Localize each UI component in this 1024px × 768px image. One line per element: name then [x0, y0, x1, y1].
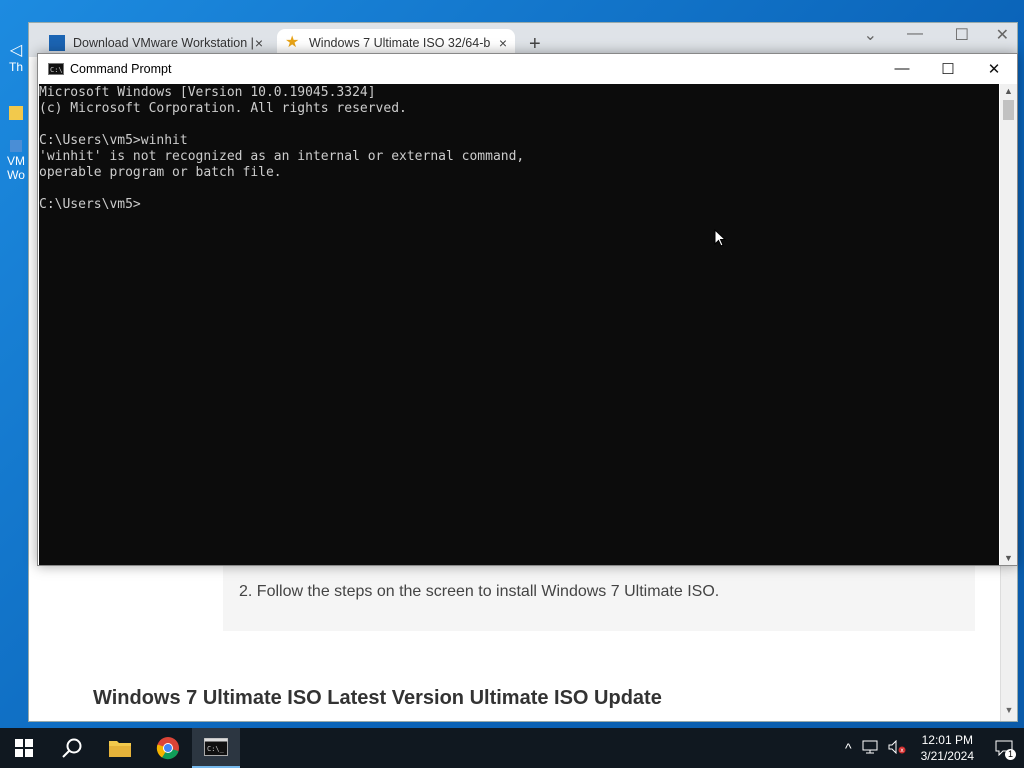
scrollbar-thumb[interactable]: [1003, 100, 1014, 120]
console-prompt-line[interactable]: C:\Users\vm5>: [39, 197, 999, 213]
clock-time: 12:01 PM: [921, 733, 973, 747]
console-line: operable program or batch file.: [39, 165, 282, 180]
search-button[interactable]: [48, 728, 96, 768]
console-line: C:\Users\vm5>winhit: [39, 133, 188, 148]
action-center-button[interactable]: 1: [984, 728, 1024, 768]
svg-text:x: x: [900, 747, 904, 754]
folder-icon: [9, 106, 23, 120]
tray-chevron-icon[interactable]: ^: [840, 740, 857, 756]
step-box: 2. Follow the steps on the screen to ins…: [223, 557, 975, 631]
folder-icon: [109, 741, 131, 757]
clock[interactable]: 12:01 PM 3/21/2024: [911, 732, 984, 764]
network-icon[interactable]: [857, 740, 883, 757]
minimize-button[interactable]: —: [879, 54, 925, 83]
cmd-app-icon: C:\: [48, 62, 64, 75]
scroll-down-icon[interactable]: ▼: [1001, 705, 1017, 721]
notification-count: 1: [1005, 749, 1016, 760]
browser-minimize-button[interactable]: —: [907, 25, 923, 43]
file-explorer-button[interactable]: [96, 728, 144, 768]
browser-close-button[interactable]: ✕: [996, 25, 1009, 45]
scroll-up-icon[interactable]: ▲: [1000, 86, 1017, 96]
maximize-button[interactable]: ☐: [925, 54, 971, 83]
command-prompt-window: C:\ Command Prompt — ☐ ✕ Microsoft Windo…: [37, 53, 1018, 566]
tab-label: Download VMware Workstation |: [73, 36, 254, 50]
console-line: (c) Microsoft Corporation. All rights re…: [39, 101, 407, 116]
console-line: Microsoft Windows [Version 10.0.19045.33…: [39, 85, 376, 100]
window-title: Command Prompt: [70, 61, 172, 76]
scroll-down-icon[interactable]: ▼: [1000, 553, 1017, 563]
close-button[interactable]: ✕: [971, 54, 1017, 83]
vmware-favicon-icon: [49, 35, 65, 51]
step-text: 2. Follow the steps on the screen to ins…: [239, 583, 720, 600]
article-heading: Windows 7 Ultimate ISO Latest Version Ul…: [93, 687, 662, 709]
star-favicon-icon: ★: [285, 34, 300, 51]
clock-date: 3/21/2024: [920, 749, 974, 763]
taskbar: C:\_ ^ x 12:01 PM 3/21/2024 1: [0, 728, 1024, 768]
cmd-scrollbar[interactable]: ▲ ▼: [1000, 84, 1017, 565]
tab-search-chevron-icon[interactable]: ⌄: [864, 25, 877, 45]
mouse-cursor-icon: [714, 229, 726, 247]
cmd-title-bar[interactable]: C:\ Command Prompt — ☐ ✕: [38, 54, 1017, 83]
search-icon: [62, 738, 82, 758]
chrome-button[interactable]: [144, 728, 192, 768]
svg-text:C:\_: C:\_: [207, 745, 225, 753]
windows-logo-icon: [15, 739, 33, 757]
command-prompt-taskbar-button[interactable]: C:\_: [192, 728, 240, 768]
console-line: 'winhit' is not recognized as an interna…: [39, 149, 525, 164]
close-tab-icon[interactable]: ×: [255, 35, 263, 51]
close-tab-icon[interactable]: ×: [499, 35, 507, 51]
browser-maximize-button[interactable]: ☐: [955, 25, 969, 45]
chrome-icon: [156, 737, 179, 760]
volume-muted-icon[interactable]: x: [883, 739, 911, 757]
cmd-icon: C:\_: [204, 738, 228, 756]
vmware-icon: [10, 140, 22, 152]
start-button[interactable]: [0, 728, 48, 768]
tab-label: Windows 7 Ultimate ISO 32/64-b: [309, 36, 491, 50]
console-output[interactable]: Microsoft Windows [Version 10.0.19045.33…: [39, 84, 999, 565]
system-tray: ^ x 12:01 PM 3/21/2024 1: [840, 728, 1024, 768]
browser-tab-strip: Download VMware Workstation | × ★ Window…: [29, 23, 1017, 57]
